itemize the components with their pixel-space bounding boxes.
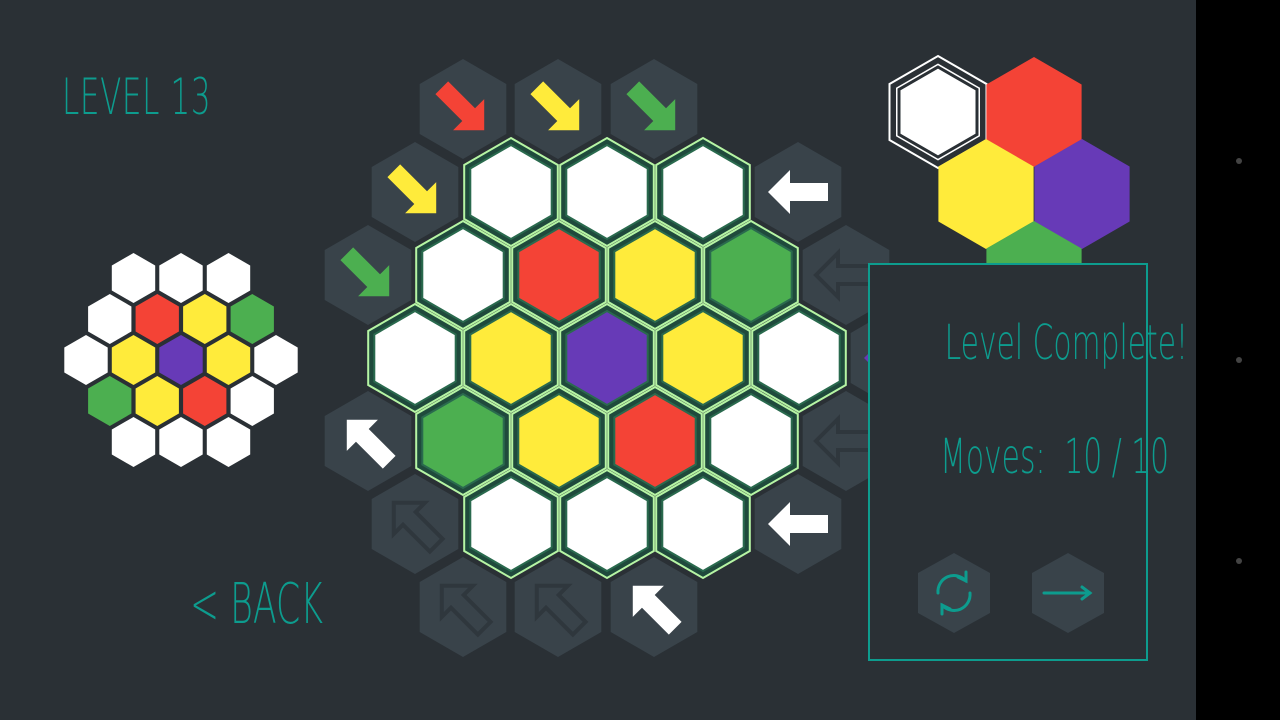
target-cell bbox=[230, 294, 274, 344]
target-cell bbox=[206, 335, 251, 385]
target-cell bbox=[183, 376, 227, 426]
nav-dot-bottom bbox=[1236, 558, 1242, 564]
target-cell bbox=[183, 294, 227, 344]
target-cell bbox=[135, 376, 179, 426]
arrow-tile-bottom-3[interactable] bbox=[610, 557, 698, 657]
nav-dot-middle bbox=[1236, 357, 1242, 363]
arrow-tile-lower-left-1[interactable] bbox=[324, 391, 412, 491]
target-cell bbox=[230, 376, 274, 426]
arrow-tile-top-1[interactable] bbox=[419, 59, 507, 159]
restart-button[interactable] bbox=[916, 551, 992, 635]
next-level-button[interactable] bbox=[1030, 551, 1106, 635]
level-complete-panel: Level Complete! Moves: 10 / 10 bbox=[868, 263, 1188, 661]
arrow-tile-bottom-2[interactable] bbox=[514, 557, 602, 657]
target-cell bbox=[159, 417, 203, 467]
target-cell bbox=[111, 253, 156, 303]
target-pattern bbox=[64, 253, 298, 467]
arrow-tile-upper-left-2[interactable] bbox=[324, 225, 412, 325]
arrow-tile-right-5[interactable] bbox=[754, 474, 842, 574]
target-cell bbox=[88, 376, 132, 426]
target-cell bbox=[135, 294, 179, 344]
level-complete-title: Level Complete! bbox=[944, 315, 1188, 371]
arrow-tile-top-2[interactable] bbox=[514, 59, 602, 159]
arrow-tile-bottom-1[interactable] bbox=[419, 557, 507, 657]
arrow-tile-right-1[interactable] bbox=[754, 142, 842, 242]
arrow-tile-top-3[interactable] bbox=[610, 59, 698, 159]
target-cell bbox=[111, 335, 156, 385]
moves-value: 10 / 10 bbox=[1064, 429, 1170, 485]
target-cell bbox=[111, 417, 156, 467]
moves-label: Moves: bbox=[940, 429, 1046, 485]
target-cell bbox=[159, 253, 203, 303]
arrow-tile-lower-left-2[interactable] bbox=[371, 474, 459, 574]
game-stage: LEVEL 13 < BACK Level Complete! Moves: 1… bbox=[0, 0, 1196, 720]
nav-dot-top bbox=[1236, 158, 1242, 164]
target-cell bbox=[206, 253, 251, 303]
target-cell bbox=[159, 335, 203, 385]
arrow-tile-upper-left-1[interactable] bbox=[371, 142, 459, 242]
target-cell bbox=[254, 335, 298, 385]
target-cell bbox=[206, 417, 251, 467]
target-cell bbox=[88, 294, 132, 344]
target-cell bbox=[64, 335, 108, 385]
